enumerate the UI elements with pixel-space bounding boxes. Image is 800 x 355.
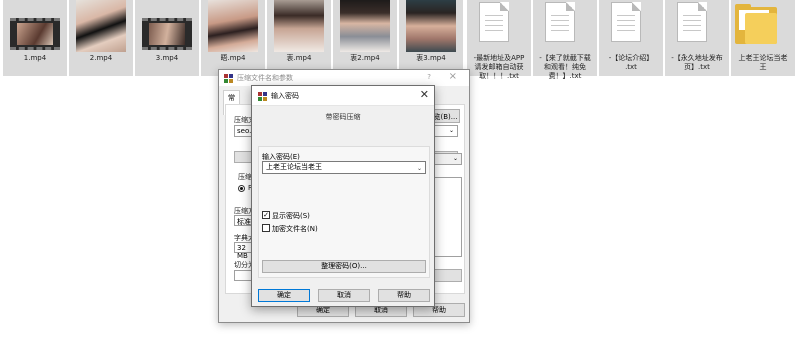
file-item-6-mp4[interactable]: 衷2.mp4: [333, 0, 397, 76]
encrypt-filenames-label: 加密文件名(N): [272, 225, 318, 233]
chevron-down-icon[interactable]: ⌄: [417, 164, 422, 173]
photo-thumbnail: [274, 0, 324, 52]
text-file-icon: [479, 2, 509, 42]
file-name: 1.mp4: [23, 54, 47, 62]
file-name: 3.mp4: [155, 54, 179, 62]
encrypt-filenames-checkbox[interactable]: [262, 224, 270, 232]
file-item-3-mp4[interactable]: 3.mp4: [135, 0, 199, 76]
photo-thumbnail: [208, 0, 258, 52]
file-item-5-mp4[interactable]: 衷.mp4: [267, 0, 331, 76]
enter-password-dialog: 输入密码 ✕ 带密码压缩 输入密码(E) 上老王论坛当老王 ⌄ ✓ 显示密码(S…: [251, 85, 435, 307]
options-group: [432, 177, 462, 257]
dialog-title: 压缩文件名和参数: [237, 74, 293, 82]
organize-passwords-button[interactable]: 整理密码(O)...: [262, 260, 426, 273]
title-bar: 输入密码 ✕: [252, 86, 434, 106]
chevron-down-icon: ⌄: [448, 127, 454, 134]
help-button[interactable]: 帮助: [378, 289, 430, 302]
winrar-logo-icon: [224, 74, 233, 83]
text-file-icon: [677, 2, 707, 42]
file-item-txt-free-download[interactable]: -【来了就截下载 和观看！纯免 费！】.txt: [533, 0, 597, 80]
file-name: -【论坛介绍】 .txt: [608, 54, 654, 71]
photo-thumbnail: [76, 0, 126, 52]
file-list: 1.mp4 2.mp4 3.mp4 晤.mp4 衷.mp4 衷2.mp4 衷3.…: [0, 0, 800, 80]
close-icon[interactable]: ×: [449, 71, 457, 82]
video-thumbnail: [142, 0, 192, 52]
help-icon[interactable]: ?: [427, 73, 431, 81]
chevron-down-icon: ⌄: [452, 155, 458, 162]
format-radio[interactable]: [238, 185, 245, 192]
file-item-txt-latest-address[interactable]: -最新地址及APP 请发邮箱自动获 取！！！.txt: [467, 0, 531, 80]
file-item-7-mp4[interactable]: 衷3.mp4: [399, 0, 463, 76]
format-label: 压缩: [238, 173, 252, 181]
ok-button[interactable]: 确定: [258, 289, 310, 302]
file-name: 衷.mp4: [286, 54, 312, 62]
close-icon[interactable]: ✕: [420, 88, 429, 101]
file-item-1-mp4[interactable]: 1.mp4: [3, 0, 67, 76]
dialog-title: 输入密码: [271, 92, 299, 100]
dialog-subtitle: 带密码压缩: [325, 113, 361, 121]
show-password-checkbox[interactable]: ✓: [262, 211, 270, 219]
folder-name: 上老王论坛当老 王: [738, 54, 788, 71]
file-item-4-mp4[interactable]: 晤.mp4: [201, 0, 265, 76]
show-password-label: 显示密码(S): [272, 212, 310, 220]
title-bar: 压缩文件名和参数 ? ×: [219, 70, 469, 86]
file-item-2-mp4[interactable]: 2.mp4: [69, 0, 133, 76]
winrar-logo-icon: [258, 92, 267, 101]
file-name: 晤.mp4: [220, 54, 246, 62]
folder-icon: [735, 4, 777, 44]
set-password-button[interactable]: [432, 269, 462, 282]
password-input[interactable]: 上老王论坛当老王 ⌄: [262, 161, 426, 174]
photo-thumbnail: [340, 0, 390, 52]
file-name: 衷3.mp4: [416, 54, 446, 62]
folder-item[interactable]: 上老王论坛当老 王: [731, 0, 795, 76]
password-value: 上老王论坛当老王: [266, 163, 322, 171]
file-name: -【来了就截下载 和观看！纯免 费！】.txt: [539, 54, 591, 80]
update-mode-select[interactable]: ⌄: [432, 153, 462, 165]
file-item-txt-forum-intro[interactable]: -【论坛介绍】 .txt: [599, 0, 663, 76]
cancel-button[interactable]: 取消: [318, 289, 370, 302]
file-name: 衷2.mp4: [350, 54, 380, 62]
video-thumbnail: [10, 0, 60, 52]
text-file-icon: [611, 2, 641, 42]
photo-thumbnail: [406, 0, 456, 52]
text-file-icon: [545, 2, 575, 42]
file-item-txt-permanent-address[interactable]: -【永久地址发布 页】.txt: [665, 0, 729, 76]
file-name: 2.mp4: [89, 54, 113, 62]
file-name: -【永久地址发布 页】.txt: [671, 54, 723, 71]
file-name: -最新地址及APP 请发邮箱自动获 取！！！.txt: [473, 54, 525, 80]
